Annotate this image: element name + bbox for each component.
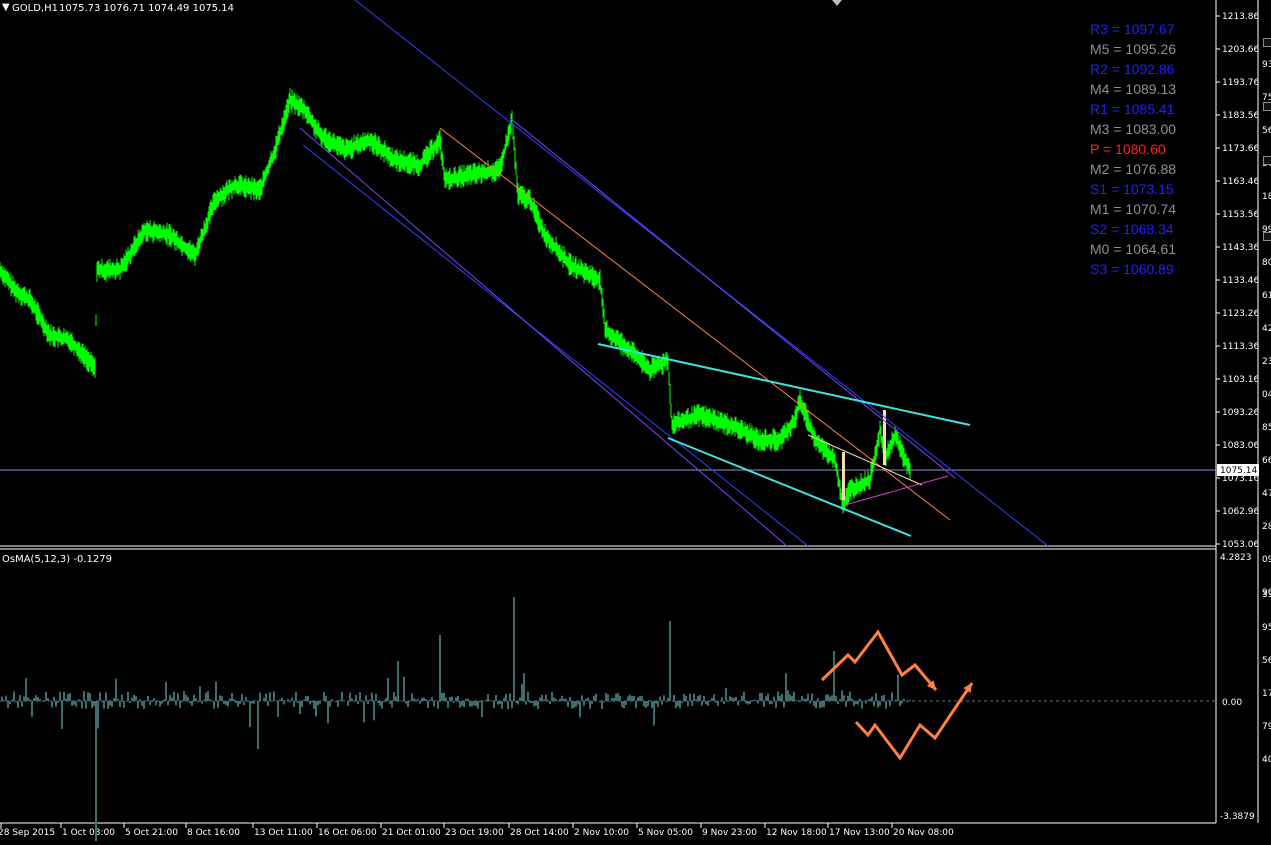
time-tick-label: 13 Oct 11:00 [254,828,313,838]
right-strip-label: 66 [1262,456,1271,466]
time-tick-label: 8 Oct 16:00 [187,828,240,838]
right-strip-label: 42 [1262,324,1271,334]
pivot-level-label: S1 = 1073.15 [1090,181,1174,197]
pivot-level-label: M1 = 1070.74 [1090,201,1177,217]
upper-zigzag-arrow [820,629,938,691]
price-tick-label: 1123.26 [1222,309,1259,319]
osma-axis-zero: 0.00 [1222,698,1242,708]
right-strip-label: 17 [1262,689,1271,699]
scroll-marker-icon [832,0,842,6]
time-tick-label: 17 Nov 13:00 [829,828,890,838]
time-tick-label: 20 Nov 08:00 [893,828,954,838]
pivot-level-label: M0 = 1064.61 [1090,241,1177,257]
time-tick-label: 1 Oct 03:00 [62,828,115,838]
pivot-level-label: M2 = 1076.88 [1090,161,1177,177]
time-tick-label: 2 Nov 10:00 [574,828,629,838]
price-tick-label: 1062.96 [1222,507,1259,517]
pivot-level-label: S3 = 1060.89 [1090,261,1174,277]
price-tick-label: 1093.26 [1222,408,1259,418]
time-tick-label: 12 Nov 18:00 [766,828,827,838]
collapse-icon[interactable] [1263,38,1271,47]
right-strip-label: 47 [1262,489,1271,499]
time-tick-label: 9 Nov 23:00 [702,828,757,838]
price-tick-label: 1133.46 [1222,276,1259,286]
right-strip-label: 85 [1262,423,1271,433]
collapse-icon[interactable] [1263,102,1271,111]
right-strip-label: 40 [1262,755,1271,765]
price-series [0,88,911,514]
right-strip-label: 61 [1262,291,1271,301]
price-tick-label: 1163.46 [1222,177,1259,187]
time-tick-label: 16 Oct 06:00 [318,828,377,838]
right-strip-label: 93 [1262,60,1271,70]
right-strip-label: 18 [1262,192,1271,202]
price-tick-label: 1213.86 [1222,12,1259,22]
pivot-level-label: P = 1080.60 [1090,141,1166,157]
time-tick-label: 23 Oct 19:00 [445,828,504,838]
collapse-icon[interactable] [1263,232,1271,241]
right-strip-label: 95 [1262,623,1271,633]
osma-axis-max: 4.2823 [1220,553,1252,563]
chart-window[interactable]: 1213.86 1203.66 1193.76 1183.56 1173.66 1163.… [0,0,1271,841]
pivot-level-label: M5 = 1095.26 [1090,41,1177,57]
osma-label: OsMA(5,12,3) -0.1279 [2,554,112,565]
price-tick-label: 1173.66 [1222,144,1259,154]
pivot-level-label: R2 = 1092.86 [1090,61,1175,77]
channel-line-lower [302,144,809,547]
price-tick-label: 1053.06 [1222,540,1259,550]
right-strip-label: 28 [1262,522,1271,532]
ohlc-label: 1075.73 1076.71 1074.49 1075.14 [59,3,234,14]
right-strip-label: 04 [1262,390,1271,400]
channel-line-mid [299,127,788,547]
symbol-label: GOLD,H1 [12,3,58,14]
median-line [439,127,951,521]
chart-canvas[interactable]: 1213.86 1203.66 1193.76 1183.56 1173.66 1163.… [0,0,1271,841]
spike-candle [842,452,845,500]
price-tick-label: 1203.66 [1222,45,1259,55]
pivot-level-label: M4 = 1089.13 [1090,81,1177,97]
pivot-level-label: R3 = 1097.67 [1090,21,1175,37]
price-tick-label: 1183.56 [1222,111,1259,121]
current-price-label: 1075.14 [1220,466,1257,476]
price-tick-label: 1193.76 [1222,78,1259,88]
wedge-upper-line [597,343,971,426]
price-tick-label: 1103.16 [1222,375,1259,385]
pivot-level-label: S2 = 1068.34 [1090,221,1174,237]
pivot-level-label: R1 = 1085.41 [1090,101,1175,117]
time-tick-label: 5 Nov 05:00 [638,828,693,838]
price-tick-label: 1153.56 [1222,210,1259,220]
right-strip-label: 56 [1262,126,1271,136]
right-strip-label: 56 [1262,656,1271,666]
right-strip-label: 80 [1262,258,1271,268]
time-tick-label: 21 Oct 01:00 [382,828,441,838]
right-strip-label: 09 [1262,555,1271,565]
time-tick-label: 5 Oct 21:00 [125,828,178,838]
time-tick-label: 28 Oct 14:00 [510,828,569,838]
price-tick-label: 1083.06 [1222,441,1259,451]
osma-histogram [1,597,911,841]
lower-zigzag-arrow [854,682,974,761]
pivot-level-label: M3 = 1083.00 [1090,121,1177,137]
time-tick-label: 28 Sep 2015 [0,828,55,838]
chart-menu-icon[interactable]: ▼ [2,2,10,13]
price-tick-label: 1113.36 [1222,342,1259,352]
collapse-icon[interactable] [1263,156,1271,165]
right-strip-label: 79 [1262,722,1271,732]
osma-axis-min: -3.3879 [1220,812,1255,822]
right-strip-label: 23 [1262,357,1271,367]
right-strip-label: 33 [1262,590,1271,600]
price-tick-label: 1143.36 [1222,243,1259,253]
